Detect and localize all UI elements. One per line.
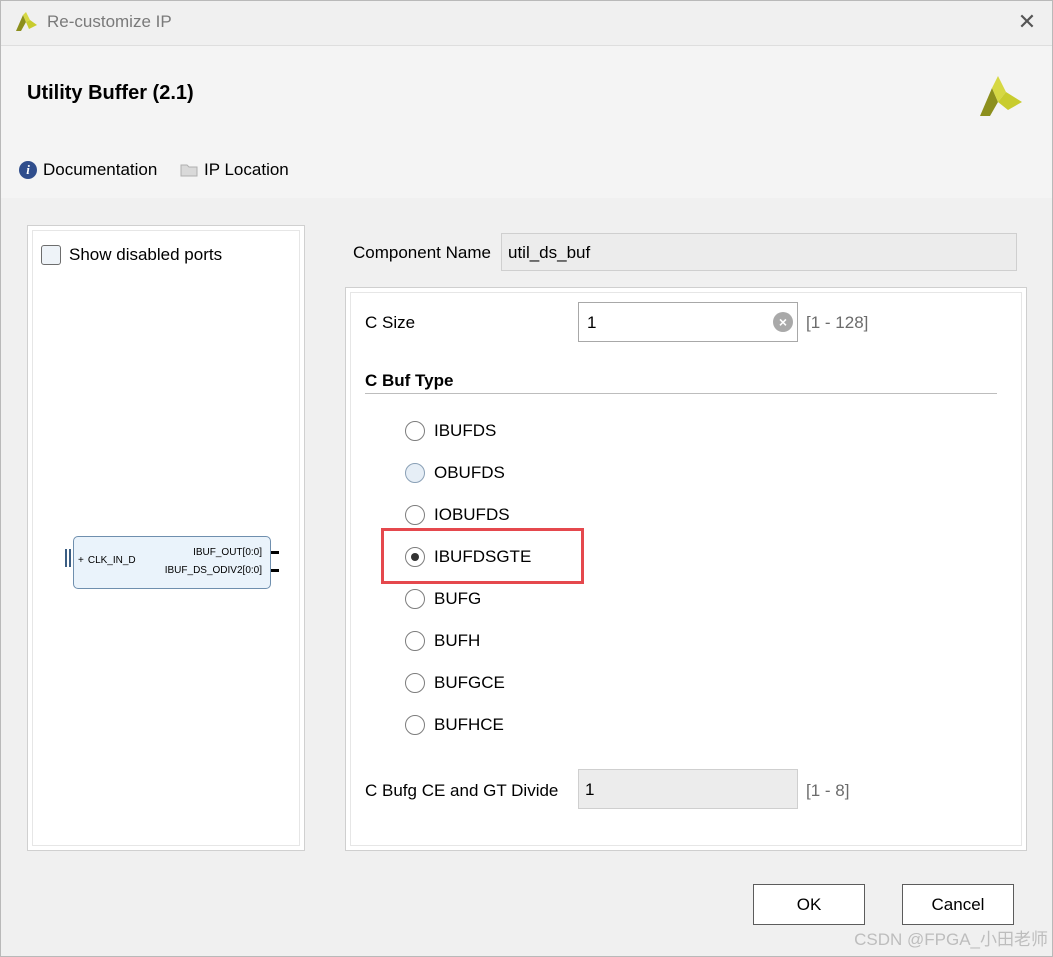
radio-ibufds[interactable]: IBUFDS xyxy=(405,421,496,441)
c-size-label: C Size xyxy=(365,313,416,332)
radio-button[interactable] xyxy=(405,673,425,693)
watermark: CSDN @FPGA_小田老师 xyxy=(854,930,1048,949)
documentation-label: Documentation xyxy=(43,160,158,179)
ip-location-link[interactable]: IP Location xyxy=(180,160,289,180)
info-icon: i xyxy=(19,161,37,179)
radio-bufgce[interactable]: BUFGCE xyxy=(405,673,505,693)
radio-label: BUFH xyxy=(434,631,481,650)
c-size-range: [1 - 128] xyxy=(806,313,869,332)
ip-header: Utility Buffer (2.1) i Documentation IP … xyxy=(1,45,1052,198)
radio-button[interactable] xyxy=(405,421,425,441)
expand-plus-icon[interactable]: + xyxy=(78,555,84,566)
radio-label: BUFGCE xyxy=(434,673,505,692)
section-divider xyxy=(365,393,997,394)
radio-bufg[interactable]: BUFG xyxy=(405,589,481,609)
output-port-label: IBUF_DS_ODIV2[0:0] xyxy=(164,565,262,576)
radio-button[interactable] xyxy=(405,505,425,525)
folder-icon xyxy=(180,164,198,177)
ip-location-label: IP Location xyxy=(204,160,289,179)
xilinx-logo-icon xyxy=(980,76,1022,116)
radio-obufds[interactable]: OBUFDS xyxy=(405,463,505,483)
xilinx-logo-icon xyxy=(16,12,37,31)
radio-bufhce[interactable]: BUFHCE xyxy=(405,715,504,735)
radio-label: BUFG xyxy=(434,589,482,608)
cancel-button[interactable]: Cancel xyxy=(902,884,1014,925)
input-port[interactable]: + CLK_IN_D xyxy=(78,555,136,566)
title-bar[interactable]: Re-customize IP ✕ xyxy=(1,1,1052,45)
show-disabled-ports-label: Show disabled ports xyxy=(69,245,223,264)
output-pin xyxy=(271,551,279,554)
annotation-highlight-box xyxy=(381,528,584,584)
radio-label: IBUFDS xyxy=(434,421,497,440)
ip-block-symbol: + CLK_IN_D IBUF_OUT[0:0] IBUF_DS_ODIV2[0… xyxy=(73,536,271,589)
symbol-canvas: Show disabled ports + CLK_IN_D IBUF_OUT[… xyxy=(32,230,300,846)
radio-iobufds[interactable]: IOBUFDS xyxy=(405,505,510,525)
radio-button[interactable] xyxy=(405,715,425,735)
component-name-label: Component Name xyxy=(353,243,491,262)
output-port-label: IBUF_OUT[0:0] xyxy=(193,547,262,558)
documentation-link[interactable]: i Documentation xyxy=(19,160,157,180)
window-title: Re-customize IP xyxy=(47,12,172,31)
checkbox-box[interactable] xyxy=(41,245,61,265)
ok-button[interactable]: OK xyxy=(753,884,865,925)
c-size-value: 1 xyxy=(587,313,597,332)
bus-interface-icon xyxy=(65,549,71,567)
close-button[interactable]: ✕ xyxy=(1014,9,1040,35)
show-disabled-ports-checkbox[interactable]: Show disabled ports xyxy=(41,245,222,265)
radio-label: OBUFDS xyxy=(434,463,505,482)
symbol-panel: Show disabled ports + CLK_IN_D IBUF_OUT[… xyxy=(27,225,305,851)
radio-bufh[interactable]: BUFH xyxy=(405,631,480,651)
ip-title: Utility Buffer (2.1) xyxy=(27,82,194,104)
divide-input[interactable]: 1 xyxy=(578,769,798,809)
c-buf-type-title: C Buf Type xyxy=(365,371,454,390)
input-port-label: CLK_IN_D xyxy=(87,555,136,566)
radio-label: IOBUFDS xyxy=(434,505,510,524)
radio-label: BUFHCE xyxy=(434,715,504,734)
divide-label: C Bufg CE and GT Divide xyxy=(365,781,559,800)
divide-range: [1 - 8] xyxy=(806,781,850,800)
c-size-input[interactable]: 1 × xyxy=(578,302,798,342)
output-pin xyxy=(271,569,279,572)
recustomize-ip-dialog: Re-customize IP ✕ Utility Buffer (2.1) i… xyxy=(0,0,1053,957)
radio-button[interactable] xyxy=(405,631,425,651)
component-name-field[interactable]: util_ds_buf xyxy=(501,233,1017,271)
radio-button[interactable] xyxy=(405,589,425,609)
clear-icon[interactable]: × xyxy=(773,312,793,332)
radio-button[interactable] xyxy=(405,463,425,483)
